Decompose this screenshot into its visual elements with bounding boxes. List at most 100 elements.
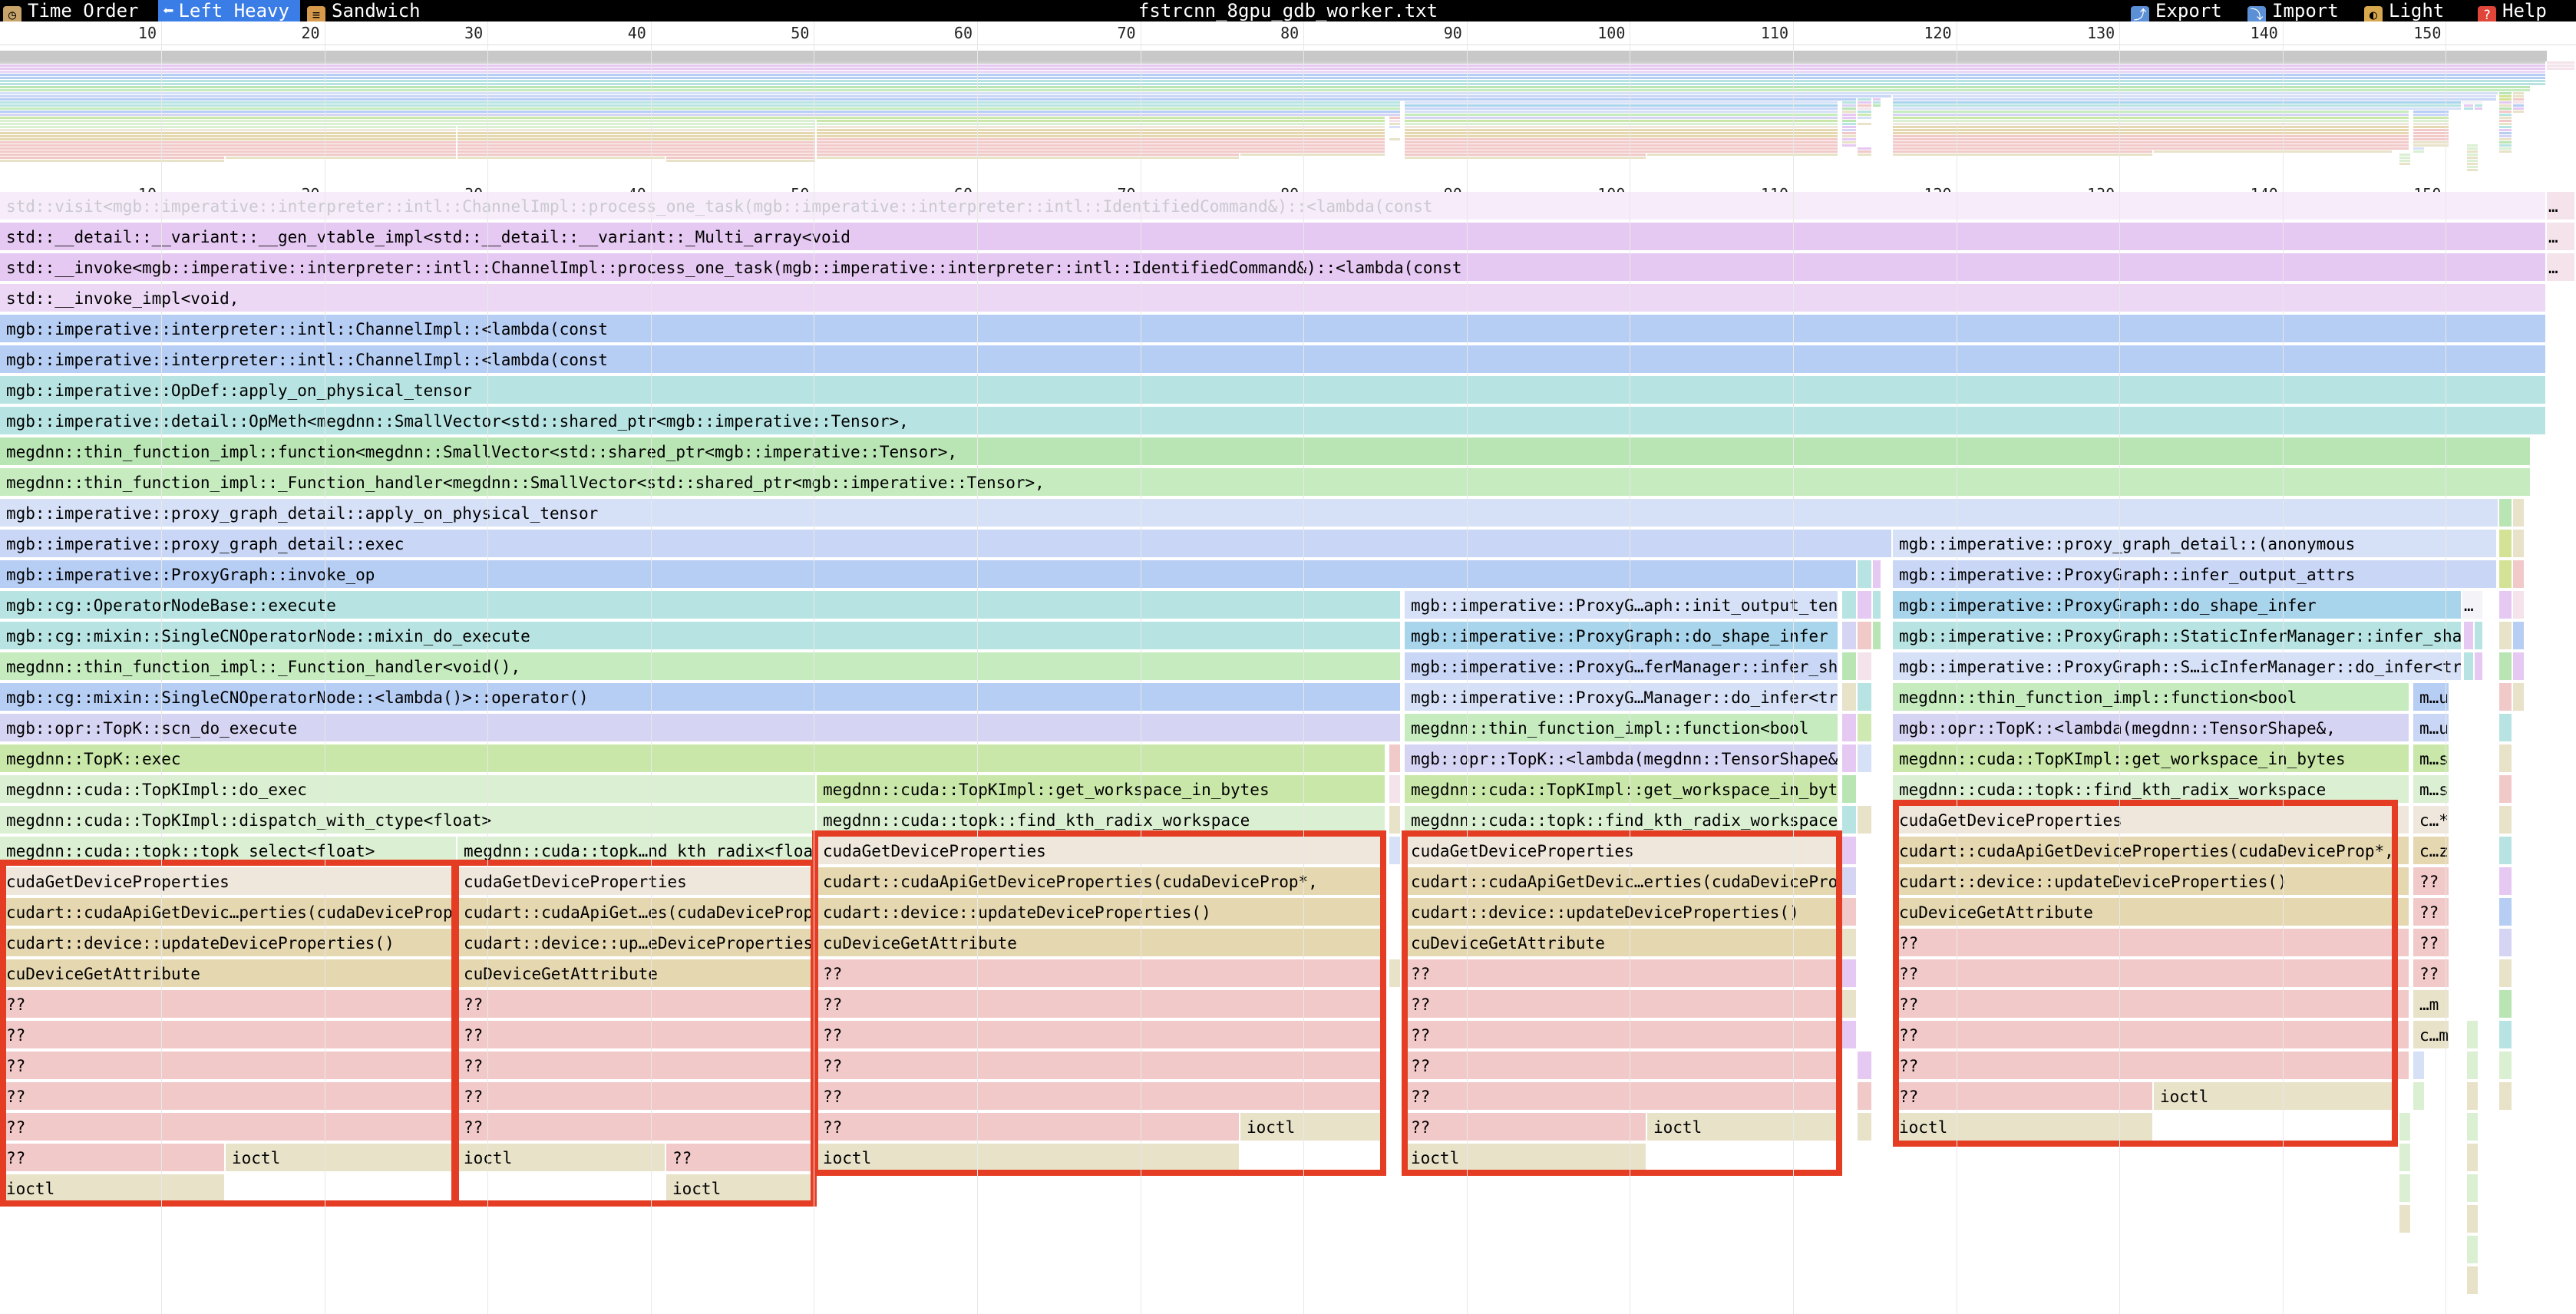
- flame-frame[interactable]: megdnn::TopK::exec: [0, 744, 1386, 774]
- flame-frame[interactable]: ??: [0, 1113, 457, 1142]
- flame-frame[interactable]: ??: [1405, 1021, 1839, 1050]
- flame-frame[interactable]: [2467, 1236, 2479, 1265]
- minimap-viewport[interactable]: [0, 45, 2547, 160]
- flame-frame[interactable]: cuDeviceGetAttribute: [0, 959, 457, 989]
- flame-frame[interactable]: [1858, 622, 1873, 651]
- flame-frame[interactable]: cudart::device::updateDeviceProperties(): [817, 898, 1386, 927]
- flame-frame[interactable]: …: [2547, 192, 2576, 221]
- flame-frame[interactable]: [1858, 1082, 1873, 1111]
- flame-frame[interactable]: [2413, 1082, 2426, 1111]
- flame-frame[interactable]: mgb::imperative::ProxyGraph::infer_outpu…: [1893, 560, 2498, 589]
- flame-frame[interactable]: megdnn::thin_function_impl::function<boo…: [1405, 714, 1839, 743]
- flame-frame[interactable]: [1389, 837, 1402, 866]
- flame-frame[interactable]: ??: [1405, 990, 1839, 1019]
- flame-frame[interactable]: [2467, 1174, 2479, 1203]
- flame-frame[interactable]: [2499, 929, 2513, 958]
- flame-frame[interactable]: megdnn::cuda::TopKImpl::get_workspace_in…: [1405, 775, 1839, 804]
- flame-frame[interactable]: ??: [1893, 990, 2410, 1019]
- flame-frame[interactable]: [2499, 683, 2513, 712]
- flame-frame[interactable]: ??: [817, 959, 1386, 989]
- flame-frame[interactable]: [1842, 714, 1858, 743]
- flame-frame[interactable]: ??: [666, 1144, 817, 1173]
- flame-frame[interactable]: cudart::cudaApiGetDeviceProperties(cudaD…: [1893, 837, 2410, 866]
- flame-frame[interactable]: ??: [1893, 929, 2410, 958]
- flame-frame[interactable]: ??: [0, 1052, 457, 1081]
- flame-frame[interactable]: megdnn::cuda::TopKImpl::do_exec: [0, 775, 817, 804]
- flame-frame[interactable]: [2467, 1082, 2479, 1111]
- flame-frame[interactable]: …: [2547, 253, 2576, 282]
- flame-frame[interactable]: [1858, 1052, 1873, 1081]
- flame-frame[interactable]: megdnn::cuda::topk::find_kth_radix_works…: [817, 806, 1386, 835]
- flame-frame[interactable]: ??: [1405, 959, 1839, 989]
- flame-frame[interactable]: …: [2547, 223, 2576, 252]
- flame-frame[interactable]: mgb::imperative::detail::OpMeth<megdnn::…: [0, 407, 2547, 436]
- flame-frame[interactable]: [1873, 591, 1882, 620]
- flame-frame[interactable]: [1389, 959, 1402, 989]
- flame-frame[interactable]: megdnn::cuda::TopKImpl::get_workspace_in…: [817, 775, 1386, 804]
- flame-frame[interactable]: [2467, 1266, 2479, 1296]
- flame-frame[interactable]: [2499, 714, 2513, 743]
- flame-frame[interactable]: [1858, 560, 1873, 589]
- flame-frame[interactable]: ??: [817, 1021, 1386, 1050]
- flame-frame[interactable]: ??: [457, 1082, 817, 1111]
- flame-frame[interactable]: [2499, 959, 2513, 989]
- flame-frame[interactable]: [1842, 652, 1858, 682]
- flame-frame[interactable]: [1842, 591, 1858, 620]
- flame-frame[interactable]: cudart::device::updateDeviceProperties(): [1405, 898, 1839, 927]
- flame-frame[interactable]: mgb::imperative::ProxyG…Manager::do_infe…: [1405, 683, 1839, 712]
- flame-frame[interactable]: ??: [457, 990, 817, 1019]
- flame-frame[interactable]: ??: [1893, 1052, 2410, 1081]
- flame-frame[interactable]: [1858, 683, 1873, 712]
- flame-frame[interactable]: [1842, 683, 1858, 712]
- flame-frame[interactable]: m…u: [2413, 714, 2450, 743]
- flame-frame[interactable]: [1858, 714, 1873, 743]
- flame-frame[interactable]: [2413, 1052, 2426, 1081]
- flame-frame[interactable]: ioctl: [1893, 1113, 2154, 1142]
- flame-frame[interactable]: [2499, 652, 2513, 682]
- flame-frame[interactable]: cudaGetDeviceProperties: [0, 867, 457, 896]
- flame-frame[interactable]: mgb::imperative::ProxyG…ferManager::infe…: [1405, 652, 1839, 682]
- flame-frame[interactable]: cudaGetDeviceProperties: [817, 837, 1386, 866]
- flame-frame[interactable]: [2513, 652, 2525, 682]
- flame-frame[interactable]: cudart::cudaApiGetDevic…perties(cudaDevi…: [0, 898, 457, 927]
- flame-frame[interactable]: ioctl: [1405, 1144, 1647, 1173]
- flame-frame[interactable]: [2499, 622, 2513, 651]
- flame-frame[interactable]: ??: [457, 1052, 817, 1081]
- export-button[interactable]: ⤴ Export: [2131, 0, 2222, 25]
- flame-frame[interactable]: mgb::imperative::ProxyGraph::do_shape_in…: [1405, 622, 1839, 651]
- flame-frame[interactable]: cudart::cudaApiGetDevic…erties(cudaDevic…: [1405, 867, 1839, 896]
- flame-frame[interactable]: megdnn::thin_function_impl::function<boo…: [1893, 683, 2410, 712]
- flame-frame[interactable]: ??: [1893, 959, 2410, 989]
- flame-frame[interactable]: ??: [0, 1082, 457, 1111]
- flame-frame[interactable]: ??: [1893, 1082, 2154, 1111]
- flame-frame[interactable]: [2499, 990, 2513, 1019]
- help-button[interactable]: ? Help: [2478, 0, 2547, 25]
- flame-frame[interactable]: ??: [457, 1113, 817, 1142]
- flame-frame[interactable]: mgb::cg::OperatorNodeBase::execute: [0, 591, 1402, 620]
- flame-frame[interactable]: [1858, 652, 1873, 682]
- flame-frame[interactable]: [1842, 1021, 1858, 1050]
- flame-frame[interactable]: [2399, 1174, 2412, 1203]
- flame-frame[interactable]: [2499, 1021, 2513, 1050]
- flame-frame[interactable]: [2467, 1205, 2479, 1234]
- flame-frame[interactable]: [2467, 1144, 2479, 1173]
- flame-frame[interactable]: [2499, 1052, 2513, 1081]
- flame-frame[interactable]: mgb::imperative::interpreter::intl::Chan…: [0, 315, 2547, 344]
- flame-frame[interactable]: [2399, 1113, 2412, 1142]
- flame-frame[interactable]: ioctl: [817, 1144, 1240, 1173]
- flame-frame[interactable]: megdnn::cuda::topk::topk_select<float>: [0, 837, 457, 866]
- flame-frame[interactable]: megdnn::cuda::TopKImpl::dispatch_with_ct…: [0, 806, 817, 835]
- flame-frame[interactable]: mgb::imperative::proxy_graph_detail::exe…: [0, 530, 1893, 559]
- flame-frame[interactable]: [2467, 1113, 2479, 1142]
- flame-frame[interactable]: mgb::opr::TopK::scn_do_execute: [0, 714, 1402, 743]
- flame-frame[interactable]: [2499, 806, 2513, 835]
- flame-frame[interactable]: ??: [817, 990, 1386, 1019]
- flame-frame[interactable]: mgb::cg::mixin::SingleCNOperatorNode::mi…: [0, 622, 1402, 651]
- flame-frame[interactable]: [1858, 591, 1873, 620]
- flame-frame[interactable]: cudart::device::updateDeviceProperties(): [1893, 867, 2410, 896]
- flame-frame[interactable]: [2513, 622, 2525, 651]
- flame-frame[interactable]: ??: [1405, 1082, 1839, 1111]
- flame-frame[interactable]: ??: [2413, 929, 2450, 958]
- light-theme-button[interactable]: ◐ Light: [2364, 0, 2444, 25]
- flame-frame[interactable]: cuDeviceGetAttribute: [817, 929, 1386, 958]
